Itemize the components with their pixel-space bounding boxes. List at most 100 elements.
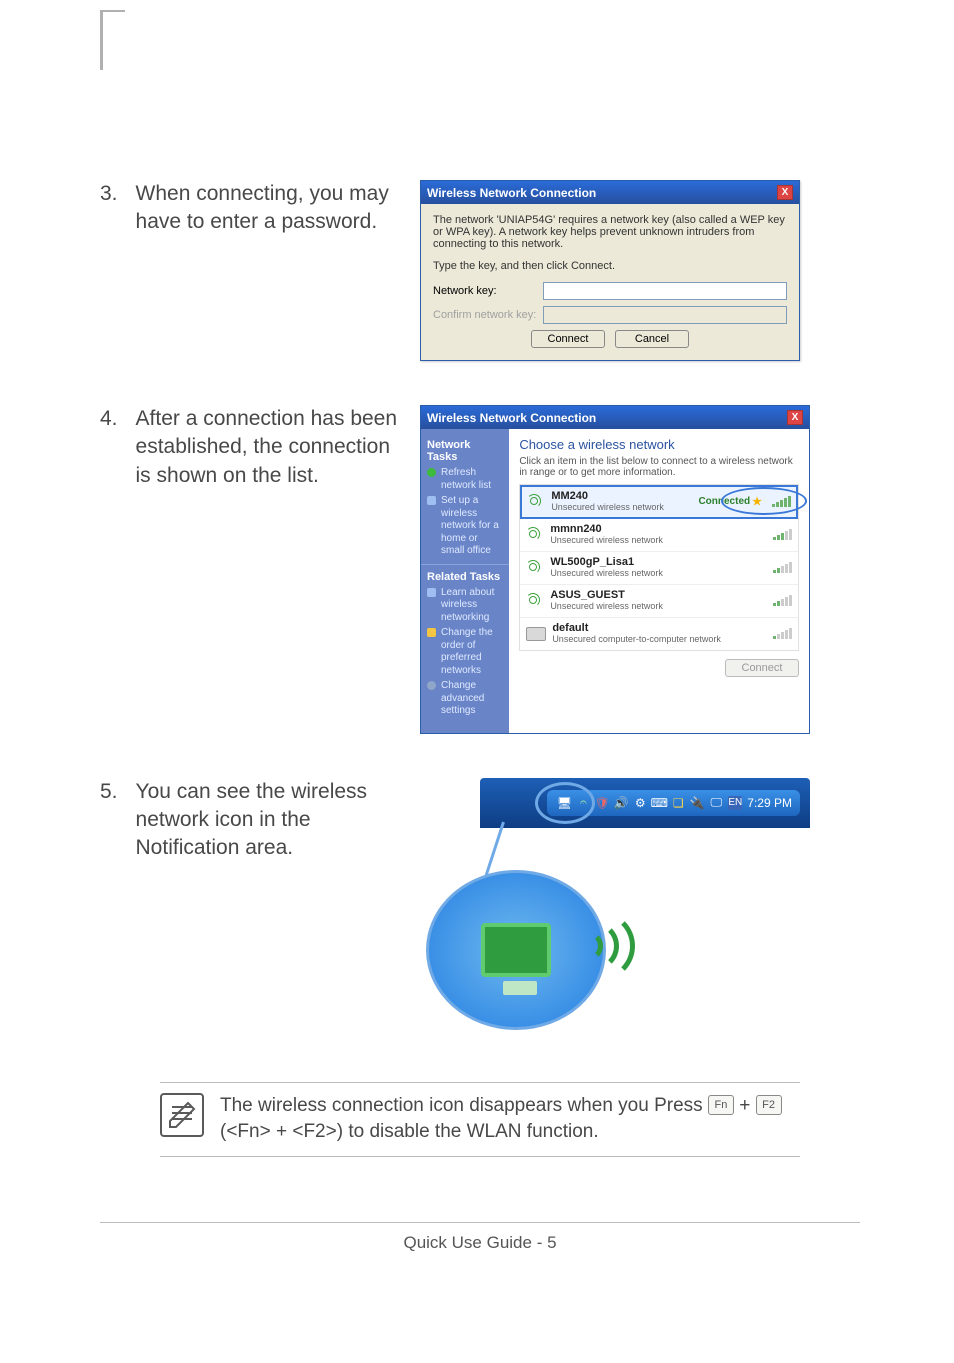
note-text-before: The wireless connection icon disappears … (220, 1095, 708, 1116)
password-dialog-message: The network 'UNIAP54G' requires a networ… (433, 214, 787, 250)
step-5: 5. You can see the wireless network icon… (100, 778, 860, 1038)
confirm-key-label: Confirm network key: (433, 309, 543, 321)
sidebar-separator (421, 564, 509, 565)
network-item[interactable]: ASUS_GUESTUnsecured wireless network (520, 585, 798, 618)
network-status: Unsecured computer-to-computer network (552, 634, 763, 644)
signal-bars-icon (773, 627, 792, 639)
network-name: WL500gP_Lisa1 (550, 556, 763, 568)
network-name: ASUS_GUEST (550, 589, 763, 601)
step-3-text: 3. When connecting, you may have to ente… (100, 180, 400, 237)
monitor-icon[interactable]: 🖵 (709, 796, 723, 810)
password-dialog-titlebar[interactable]: Wireless Network Connection X (421, 181, 799, 204)
network-list-heading: Choose a wireless network (519, 437, 799, 452)
sidebar-header-related: Related Tasks (427, 571, 503, 583)
note-text-after: (<Fn> + <F2>) to disable the WLAN functi… (220, 1121, 599, 1142)
note-icon[interactable]: ❏ (671, 796, 685, 810)
connect-button-disabled: Connect (725, 659, 799, 677)
confirm-key-row: Confirm network key: (433, 306, 787, 324)
network-status: Unsecured wireless network (550, 601, 763, 611)
network-list-layout: Network Tasks Refresh network list Set u… (421, 429, 809, 733)
password-dialog-body: The network 'UNIAP54G' requires a networ… (421, 204, 799, 360)
taskbar: 🖥 𝄐 🛡 🔊 ⚙ ⌨ ❏ 🔌 🖵 EN 7:29 PM (480, 778, 810, 828)
network-status: Unsecured wireless network (551, 502, 692, 512)
tray-graphic: 🖥 𝄐 🛡 🔊 ⚙ ⌨ ❏ 🔌 🖵 EN 7:29 PM (420, 778, 810, 1038)
annotation-zoom (426, 870, 606, 1030)
keyboard-icon[interactable]: ⌨ (652, 796, 666, 810)
task-advanced[interactable]: Change advanced settings (427, 680, 503, 718)
network-info: defaultUnsecured computer-to-computer ne… (552, 622, 763, 644)
tray-clock[interactable]: 7:29 PM (747, 796, 792, 810)
annotation-circle (721, 487, 807, 515)
task-learn[interactable]: Learn about wireless networking (427, 587, 503, 625)
step-5-body: You can see the wireless network icon in… (136, 778, 400, 863)
plug-icon[interactable]: 🔌 (690, 796, 704, 810)
lang-icon[interactable]: EN (728, 796, 742, 810)
step-4: 4. After a connection has been establish… (100, 405, 860, 734)
network-key-row: Network key: (433, 282, 787, 300)
step-3-body: When connecting, you may have to enter a… (136, 180, 400, 237)
cancel-button[interactable]: Cancel (615, 330, 689, 348)
sidebar-header-tasks: Network Tasks (427, 439, 503, 463)
network-name: default (552, 622, 763, 634)
network-item[interactable]: mmnn240Unsecured wireless network (520, 519, 798, 552)
password-dialog-buttons: Connect Cancel (433, 330, 787, 348)
network-info: WL500gP_Lisa1Unsecured wireless network (550, 556, 763, 578)
close-icon[interactable]: X (777, 185, 793, 200)
network-status: Unsecured wireless network (550, 568, 763, 578)
shield-icon[interactable]: 🛡 (595, 796, 609, 810)
step-4-number: 4. (100, 405, 118, 490)
task-setup[interactable]: Set up a wireless network for a home or … (427, 495, 503, 558)
devices-icon[interactable]: ⚙ (633, 796, 647, 810)
annotation-tray-circle (535, 782, 595, 824)
key-fn: Fn (708, 1095, 734, 1115)
confirm-key-input (543, 306, 787, 324)
network-info: ASUS_GUESTUnsecured wireless network (550, 589, 763, 611)
key-f2: F2 (756, 1095, 782, 1115)
antenna-icon (526, 591, 544, 609)
antenna-icon (526, 558, 544, 576)
wifi-monitor-icon (481, 923, 551, 977)
password-dialog-instruction: Type the key, and then click Connect. (433, 260, 787, 272)
task-order[interactable]: Change the order of preferred networks (427, 627, 503, 677)
step-5-text: 5. You can see the wireless network icon… (100, 778, 400, 863)
computer-icon (526, 627, 546, 641)
network-list-sub: Click an item in the list below to conne… (519, 456, 799, 478)
network-key-label: Network key: (433, 285, 543, 297)
page-content: 3. When connecting, you may have to ente… (100, 0, 860, 1363)
signal-bars-icon (773, 528, 792, 540)
signal-bars-icon (773, 561, 792, 573)
network-status: Unsecured wireless network (550, 535, 763, 545)
network-list-main: Choose a wireless network Click an item … (509, 429, 809, 733)
note-text: The wireless connection icon disappears … (220, 1093, 800, 1146)
screenshot-tray: 🖥 𝄐 🛡 🔊 ⚙ ⌨ ❏ 🔌 🖵 EN 7:29 PM (420, 778, 860, 1038)
network-list-dialog: Wireless Network Connection X Network Ta… (420, 405, 810, 734)
network-item[interactable]: defaultUnsecured computer-to-computer ne… (520, 618, 798, 650)
note-box: The wireless connection icon disappears … (160, 1082, 800, 1157)
step-4-body: After a connection has been established,… (136, 405, 400, 490)
step-4-text: 4. After a connection has been establish… (100, 405, 400, 490)
note-icon (160, 1093, 204, 1137)
screenshot-password-dialog: Wireless Network Connection X The networ… (420, 180, 860, 361)
network-info: mmnn240Unsecured wireless network (550, 523, 763, 545)
password-dialog-title: Wireless Network Connection (427, 186, 596, 200)
task-refresh[interactable]: Refresh network list (427, 467, 503, 492)
step-5-number: 5. (100, 778, 118, 863)
connect-button[interactable]: Connect (531, 330, 605, 348)
note-plus: + (739, 1095, 755, 1116)
network-name: mmnn240 (550, 523, 763, 535)
network-key-input[interactable] (543, 282, 787, 300)
signal-bars-icon (773, 594, 792, 606)
network-list-title: Wireless Network Connection (427, 411, 596, 425)
volume-icon[interactable]: 🔊 (614, 796, 628, 810)
network-info: MM240Unsecured wireless network (551, 490, 692, 512)
network-list-titlebar[interactable]: Wireless Network Connection X (421, 406, 809, 429)
screenshot-network-list: Wireless Network Connection X Network Ta… (420, 405, 860, 734)
close-icon[interactable]: X (787, 410, 803, 425)
network-list-sidebar: Network Tasks Refresh network list Set u… (421, 429, 509, 733)
antenna-icon (526, 525, 544, 543)
step-3-number: 3. (100, 180, 118, 237)
step-3: 3. When connecting, you may have to ente… (100, 180, 860, 361)
password-dialog: Wireless Network Connection X The networ… (420, 180, 800, 361)
network-name: MM240 (551, 490, 692, 502)
network-item[interactable]: WL500gP_Lisa1Unsecured wireless network (520, 552, 798, 585)
